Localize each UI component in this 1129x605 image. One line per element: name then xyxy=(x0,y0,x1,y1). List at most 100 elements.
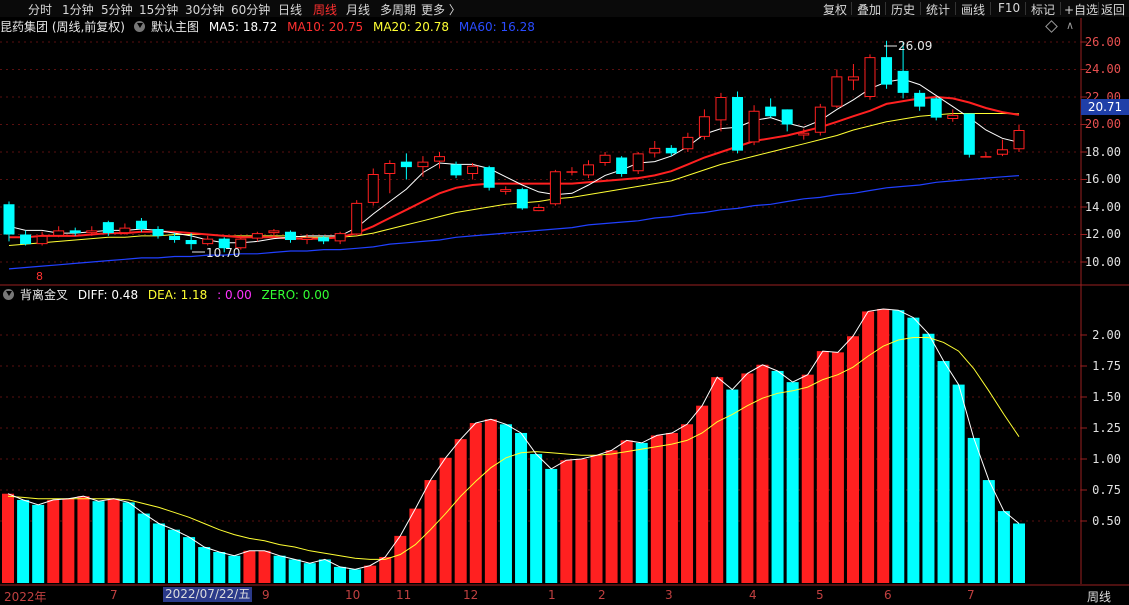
candle-up xyxy=(351,202,363,235)
macd-bar xyxy=(62,498,75,583)
macd-bar xyxy=(318,559,331,583)
macd-bar xyxy=(183,537,196,583)
macd-indicator-label[interactable]: 背离金叉 xyxy=(20,288,68,302)
macd-bar xyxy=(409,508,422,583)
candle-down xyxy=(102,222,114,234)
toolbar-divider xyxy=(1025,2,1026,15)
macd-bar xyxy=(92,501,105,583)
toolbar-divider xyxy=(955,2,956,15)
period-tab-15min[interactable]: 15分钟 xyxy=(139,1,178,18)
macd-bar xyxy=(696,405,709,583)
candle-up xyxy=(251,233,263,239)
chevron-down-icon[interactable] xyxy=(134,21,145,32)
moving-average-lines xyxy=(8,78,1020,270)
stock-title: 昆药集团 (周线,前复权) xyxy=(0,20,125,34)
statistics-button[interactable]: 统计 xyxy=(926,1,950,18)
macd-bar xyxy=(560,460,573,583)
macd-bar xyxy=(635,442,648,583)
candle-up xyxy=(599,154,611,163)
f10-button[interactable]: F10 xyxy=(998,1,1020,15)
candle-up xyxy=(814,106,826,133)
macd-bar xyxy=(77,496,90,583)
period-tab-weekly[interactable]: 周线 xyxy=(313,1,337,18)
macd-bar xyxy=(997,511,1010,583)
candle-down xyxy=(152,229,164,236)
candle-up xyxy=(36,235,48,245)
candle-up xyxy=(566,171,578,173)
macd-tick-label: 0.50 xyxy=(1092,514,1121,528)
time-tick-label: 4 xyxy=(749,588,757,602)
period-tab-more[interactable]: 更多 〉 xyxy=(421,1,461,18)
time-tick-label: 9 xyxy=(262,588,270,602)
period-tab-monthly[interactable]: 月线 xyxy=(346,1,370,18)
macd-bar xyxy=(786,382,799,583)
time-tick-label: 11 xyxy=(396,588,412,602)
collapse-caret-icon[interactable]: ∧ xyxy=(1066,19,1074,32)
candle-down xyxy=(284,231,296,240)
candle-up xyxy=(798,132,810,136)
candle-down xyxy=(483,167,495,188)
period-tab-60min[interactable]: 60分钟 xyxy=(231,1,270,18)
macd-bar xyxy=(756,364,769,583)
macd-bar xyxy=(590,455,603,583)
candle-up xyxy=(632,153,644,172)
candle-up xyxy=(649,147,661,154)
current-price-tag: 20.71 xyxy=(1081,99,1129,115)
period-tab-daily[interactable]: 日线 xyxy=(278,1,302,18)
overlay-button[interactable]: 叠加 xyxy=(857,1,881,18)
candle-up xyxy=(268,230,280,234)
price-tick-label: 10.00 xyxy=(1084,255,1121,269)
toolbar-divider xyxy=(1098,2,1099,15)
adjust-button[interactable]: 复权 xyxy=(823,1,847,18)
macd-bar xyxy=(982,480,995,583)
price-tick-label: 18.00 xyxy=(1084,145,1121,159)
period-tab-fenshi[interactable]: 分时 xyxy=(28,1,52,18)
macd-bar xyxy=(771,370,784,583)
macd-bar xyxy=(907,317,920,583)
macd-bar xyxy=(831,352,844,583)
macd-bar xyxy=(303,563,316,583)
macd-bar xyxy=(243,550,256,583)
candle-up xyxy=(467,165,479,174)
macd-bar xyxy=(2,493,14,583)
macd-bar xyxy=(681,424,694,583)
candle-up xyxy=(682,136,694,150)
macd-tick-label: 1.25 xyxy=(1092,421,1121,435)
back-button[interactable]: 返回 xyxy=(1101,1,1125,18)
event-marker-icon[interactable]: 8 xyxy=(36,270,43,283)
macd-bar xyxy=(937,361,950,583)
candle-up xyxy=(583,164,595,176)
period-tab-5min[interactable]: 5分钟 xyxy=(101,1,133,18)
macd-bar xyxy=(288,559,301,583)
macd-bar xyxy=(530,454,543,583)
macd-bar xyxy=(499,424,512,583)
draw-line-button[interactable]: 画线 xyxy=(961,1,985,18)
price-tick-label: 20.00 xyxy=(1084,117,1121,131)
period-tab-30min[interactable]: 30分钟 xyxy=(185,1,224,18)
chevron-down-icon[interactable] xyxy=(3,289,14,300)
ma10-line xyxy=(9,95,1020,240)
history-button[interactable]: 历史 xyxy=(891,1,915,18)
candle-down xyxy=(881,57,893,85)
time-tick-label: 12 xyxy=(463,588,479,602)
period-tab-multi[interactable]: 多周期 xyxy=(380,1,416,18)
candle-down xyxy=(616,157,628,174)
price-tick-label: 24.00 xyxy=(1084,62,1121,76)
candle-up xyxy=(53,230,65,236)
mark-button[interactable]: 标记 xyxy=(1031,1,1055,18)
macd-bar xyxy=(424,480,437,583)
period-tab-1min[interactable]: 1分钟 xyxy=(62,1,94,18)
toolbar-divider xyxy=(920,2,921,15)
main-indicator-label[interactable]: 默认主图 xyxy=(151,20,199,34)
time-tick-label: 1 xyxy=(548,588,556,602)
toolbar-divider xyxy=(851,2,852,15)
candle-up xyxy=(433,156,445,162)
candle-up xyxy=(500,189,512,192)
macd-bar xyxy=(952,384,965,583)
macd-bar xyxy=(741,373,754,583)
candle-up xyxy=(748,110,760,143)
zero-value: ZERO: 0.00 xyxy=(261,288,330,302)
add-watchlist-button[interactable]: +自选 xyxy=(1064,1,1098,18)
macd-bar xyxy=(892,310,905,583)
macd-bar xyxy=(273,555,286,583)
